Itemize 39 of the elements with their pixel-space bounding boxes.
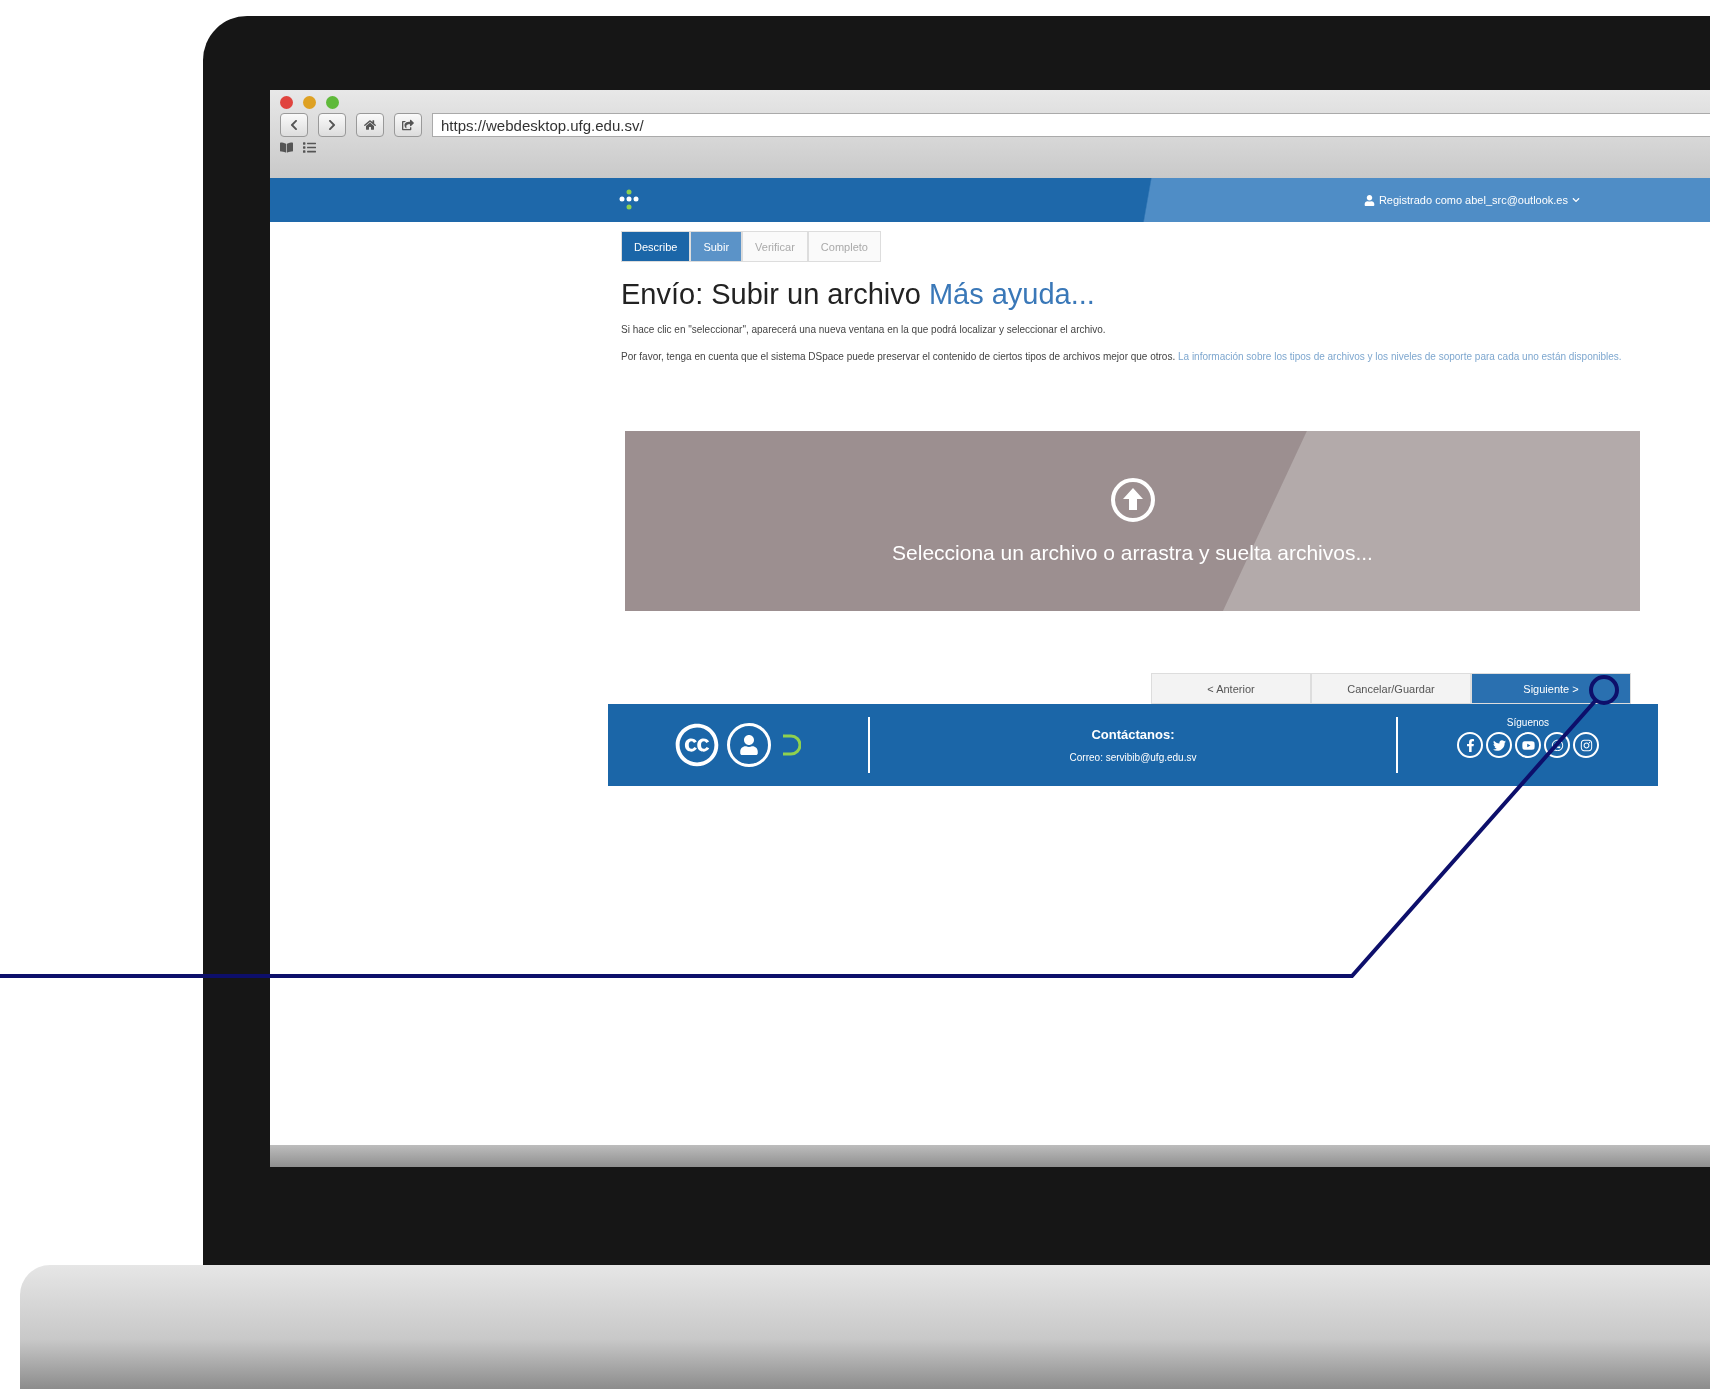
step-tab[interactable]: Describe: [621, 231, 691, 262]
list-icon[interactable]: [303, 141, 316, 154]
home-button[interactable]: [356, 113, 384, 137]
address-field[interactable]: https://webdesktop.ufg.edu.sv/: [432, 113, 1710, 137]
twitter-icon[interactable]: [1486, 732, 1512, 758]
nav-button[interactable]: < Anterior: [1151, 673, 1311, 704]
follow-label: Síguenos: [1506, 717, 1550, 728]
step-tab[interactable]: Subir: [690, 231, 743, 262]
page-title: Envío: Subir un archivo Más ayuda...: [621, 278, 1096, 311]
share-icon: [402, 119, 414, 131]
contact-email: Correo: servibib@ufg.edu.sv: [1069, 752, 1197, 763]
back-button[interactable]: [280, 113, 308, 137]
intro-text: Si hace clic en "seleccionar", aparecerá una nueva ventana en la que podrá localizar y seleccionar el archivo.: [621, 323, 1107, 337]
cc-license-icon: [675, 723, 719, 767]
user-menu[interactable]: Registrado como abel_src@outlook.es: [1378, 194, 1568, 206]
upload-icon: [1109, 477, 1156, 523]
help-link[interactable]: Más ayuda...: [928, 278, 1095, 310]
home-icon: [364, 119, 376, 131]
instagram-icon[interactable]: [1573, 732, 1599, 758]
youtube-icon[interactable]: [1515, 732, 1541, 758]
file-dropzone[interactable]: Selecciona un archivo o arrastra y suelta archivos...: [625, 431, 1640, 611]
caret-icon[interactable]: [1572, 196, 1580, 204]
person-icon: [727, 723, 771, 767]
forward-icon: [326, 119, 338, 131]
bookmarks-icon[interactable]: [280, 141, 293, 154]
nav-button[interactable]: Cancelar/Guardar: [1311, 673, 1471, 704]
facebook-icon[interactable]: [1457, 732, 1483, 758]
close-icon[interactable]: [280, 96, 293, 109]
back-icon: [288, 119, 300, 131]
forward-button[interactable]: [318, 113, 346, 137]
whatsapp-icon[interactable]: [1544, 732, 1570, 758]
nav-button[interactable]: Siguiente >: [1471, 673, 1631, 704]
share-button[interactable]: [394, 113, 422, 137]
logo-icon[interactable]: [619, 189, 639, 211]
user-icon: [1363, 194, 1375, 206]
file-formats-link[interactable]: La información sobre los tipos de archivos y los niveles de soporte para cada uno están disponibles.: [1178, 351, 1622, 362]
note-text: Por favor, tenga en cuenta que el sistema DSpace puede preservar el contenido de ciertos tipos de archivos mejor que otros. La información sobre los tipos de archivos y los niveles de soporte para cada uno están disponibles.: [621, 350, 1623, 364]
contact-heading: Contáctanos:: [1091, 727, 1175, 742]
dropzone-label: Selecciona un archivo o arrastra y suelta archivos...: [892, 541, 1373, 565]
